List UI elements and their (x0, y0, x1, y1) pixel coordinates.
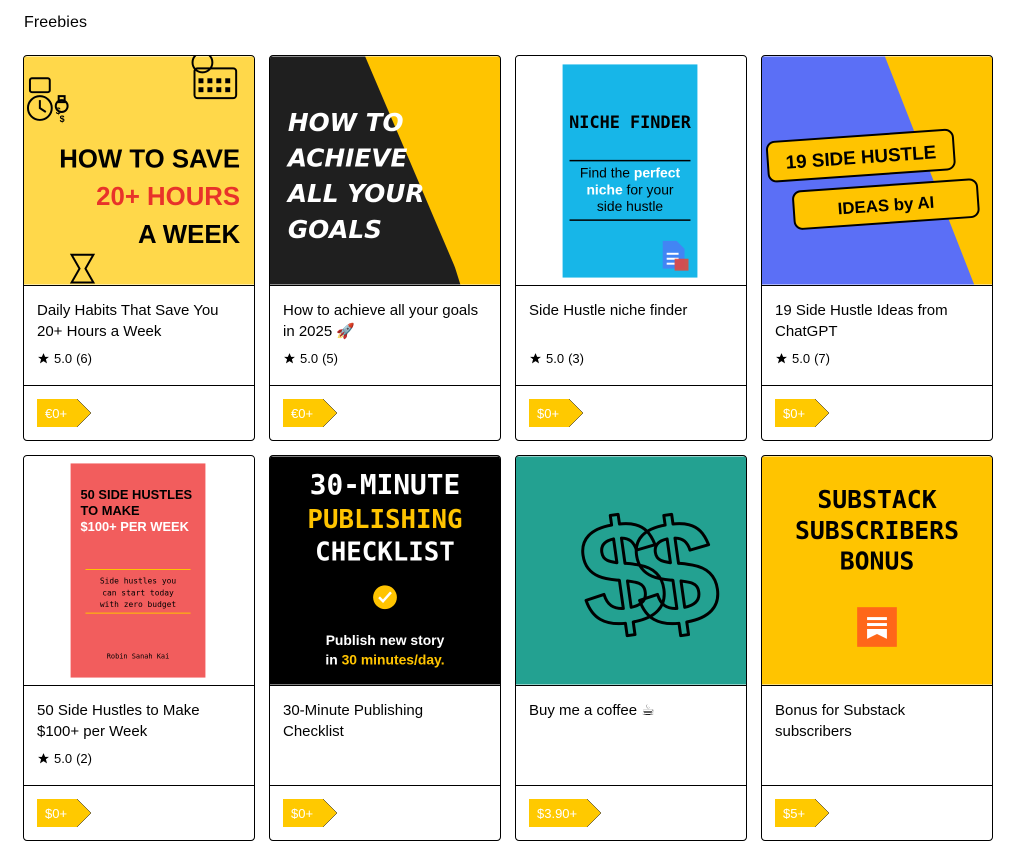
rating-count: (2) (76, 750, 92, 766)
cover-text: in (325, 652, 341, 668)
product-name[interactable]: 30-Minute Publishing Checklist (283, 700, 487, 742)
price-badge: $0+ (775, 399, 830, 427)
product-card[interactable]: 30-MINUTE PUBLISHING CHECKLIST Publish n… (269, 455, 501, 841)
cover-text: TO MAKE (81, 503, 141, 518)
price-badge: $5+ (775, 799, 830, 827)
cover-text: with zero budget (100, 600, 176, 609)
star-icon (38, 352, 49, 363)
rating-value: 5.0 (54, 750, 73, 766)
cover-text: niche (586, 181, 622, 197)
substack-logo-icon (857, 607, 897, 647)
cover-text: ALL YOUR (286, 179, 425, 208)
product-rating (529, 750, 733, 766)
cover-text: CHECKLIST (315, 538, 455, 568)
cover-title: NICHE FINDER (569, 112, 692, 132)
cover-text: 20+ HOURS (96, 183, 240, 211)
cover-text: SUBSTACK (817, 485, 936, 514)
rating-value: 5.0 (300, 350, 319, 366)
price-badge: $0+ (529, 399, 584, 427)
product-card[interactable]: $ $ HOW TO SAVE 20+ HOURS A WEEK Daily H… (23, 55, 255, 441)
cover-text: perfect (634, 164, 681, 180)
product-thumbnail[interactable]: NICHE FINDER Find the perfect niche for … (516, 56, 746, 286)
cover-text: HOW TO (288, 108, 404, 137)
svg-text:Find the perfect: Find the perfect (580, 164, 681, 180)
product-thumbnail[interactable]: 30-MINUTE PUBLISHING CHECKLIST Publish n… (270, 456, 500, 686)
rating-value: 5.0 (546, 350, 565, 366)
cover-text: 30-MINUTE (310, 468, 460, 501)
product-name[interactable]: Daily Habits That Save You 20+ Hours a W… (37, 300, 241, 342)
product-name[interactable]: Buy me a coffee ☕ (529, 700, 733, 742)
product-grid: $ $ HOW TO SAVE 20+ HOURS A WEEK Daily H… (23, 55, 993, 841)
rating-value: 5.0 (54, 350, 73, 366)
cover-text: Side hustles you (100, 576, 177, 585)
product-card[interactable]: 19 SIDE HUSTLE IDEAS by AI 19 Side Hustl… (761, 55, 993, 441)
product-rating: 5.0 (6) (37, 350, 241, 366)
rating-count: (3) (568, 350, 584, 366)
product-card[interactable]: SUBSTACK SUBSCRIBERS BONUS Bonus for Sub… (761, 455, 993, 841)
check-icon (373, 585, 397, 610)
product-card[interactable]: HOW TO ACHIEVE ALL YOUR GOALS How to ach… (269, 55, 501, 441)
product-card[interactable]: 50 SIDE HUSTLES TO MAKE $100+ PER WEEK S… (23, 455, 255, 841)
svg-text:$: $ (60, 114, 65, 124)
star-icon (38, 752, 49, 763)
product-name[interactable]: Bonus for Substack subscribers (775, 700, 979, 742)
svg-text:in 30 minutes/day.: in 30 minutes/day. (325, 652, 444, 668)
product-thumbnail[interactable]: 50 SIDE HUSTLES TO MAKE $100+ PER WEEK S… (24, 456, 254, 686)
product-rating: 5.0 (5) (283, 350, 487, 366)
product-thumbnail[interactable]: $ $ (516, 456, 746, 686)
cover-text: ACHIEVE (286, 144, 408, 173)
product-rating: 5.0 (7) (775, 350, 979, 366)
cover-text: HOW TO SAVE (59, 146, 240, 174)
product-rating (775, 750, 979, 766)
product-name[interactable]: 50 Side Hustles to Make $100+ per Week (37, 700, 241, 742)
price-badge: $0+ (37, 799, 92, 827)
product-rating: 5.0 (2) (37, 750, 241, 766)
svg-text:niche for your: niche for your (586, 181, 673, 197)
cover-text: Publish new story (326, 632, 445, 648)
cover-text: for your (627, 181, 674, 197)
price-badge: $3.90+ (529, 799, 602, 827)
double-dollar-icon: $ $ (568, 483, 730, 663)
cover-text: Find the (580, 164, 630, 180)
section-title: Freebies (24, 14, 88, 31)
product-name[interactable]: Side Hustle niche finder (529, 300, 733, 342)
rating-count: (5) (322, 350, 338, 366)
star-icon (776, 352, 787, 363)
product-card[interactable]: $ $ Buy me a coffee ☕ $3.90+ (515, 455, 747, 841)
price-badge: €0+ (283, 399, 338, 427)
product-name[interactable]: 19 Side Hustle Ideas from ChatGPT (775, 300, 979, 342)
cover-text: SUBSCRIBERS (795, 516, 959, 545)
product-card[interactable]: NICHE FINDER Find the perfect niche for … (515, 55, 747, 441)
product-thumbnail[interactable]: HOW TO ACHIEVE ALL YOUR GOALS (270, 56, 500, 286)
product-thumbnail[interactable]: SUBSTACK SUBSCRIBERS BONUS (762, 456, 992, 686)
cover-text: A WEEK (138, 221, 240, 249)
cover-text: side hustle (597, 198, 664, 214)
cover-text: 50 SIDE HUSTLES (81, 487, 193, 502)
cover-text: $100+ PER WEEK (81, 519, 190, 534)
price-badge: €0+ (37, 399, 92, 427)
product-rating (283, 750, 487, 766)
product-thumbnail[interactable]: 19 SIDE HUSTLE IDEAS by AI (762, 56, 992, 286)
price-badge: $0+ (283, 799, 338, 827)
cover-text: 30 minutes/day. (342, 652, 445, 668)
cover-text: can start today (102, 588, 174, 597)
cover-text: BONUS (840, 547, 915, 576)
star-icon (284, 352, 295, 363)
product-thumbnail[interactable]: $ $ HOW TO SAVE 20+ HOURS A WEEK (24, 56, 254, 286)
product-rating: 5.0 (3) (529, 350, 733, 366)
star-icon (530, 352, 541, 363)
rating-count: (7) (814, 350, 830, 366)
product-name[interactable]: How to achieve all your goals in 2025 🚀 (283, 300, 487, 342)
cover-text: PUBLISHING (307, 505, 462, 535)
cover-text: GOALS (288, 215, 382, 244)
cover-author: Robin Sanah Kai (107, 653, 170, 661)
rating-value: 5.0 (792, 350, 811, 366)
rating-count: (6) (76, 350, 92, 366)
